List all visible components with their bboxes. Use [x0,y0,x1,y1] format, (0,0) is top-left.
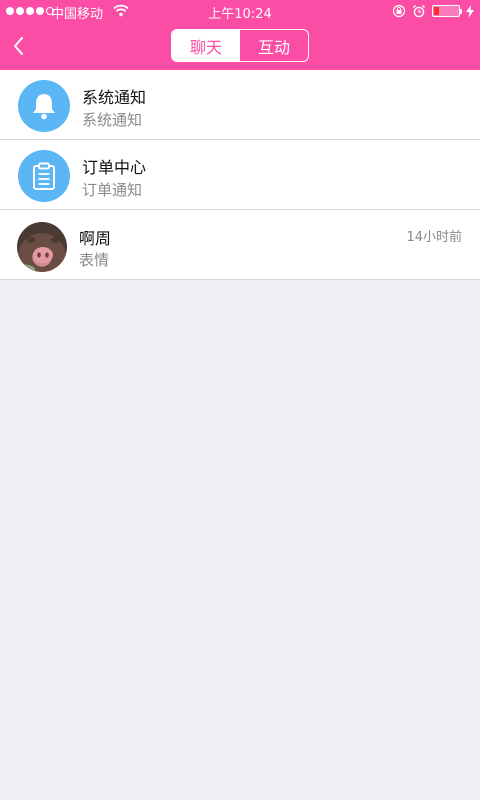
battery-icon [432,5,462,17]
message-list: 系统通知 系统通知 订单中心 订单通知 啊周 表情 14小时前 [0,70,480,280]
user-avatar [17,222,67,272]
clipboard-icon [18,150,70,202]
list-item-chat-azhou[interactable]: 啊周 表情 14小时前 [0,210,480,280]
rotation-lock-icon [392,4,406,18]
list-item-subtitle: 订单通知 [82,181,143,199]
list-item-title: 系统通知 [82,88,147,107]
app-header: 中国移动 上午10:24 聊天 互动 [0,0,480,70]
tab-chat[interactable]: 聊天 [172,30,240,61]
list-item-system-notice[interactable]: 系统通知 系统通知 [0,70,480,140]
bell-icon [18,80,70,132]
list-item-title: 订单中心 [82,158,147,177]
list-item-subtitle: 表情 [79,251,110,269]
list-item-title: 啊周 [79,229,112,248]
back-arrow-icon[interactable] [10,34,30,58]
list-item-subtitle: 系统通知 [82,111,143,129]
charging-icon [466,4,474,18]
alarm-icon [413,5,425,18]
tab-interact[interactable]: 互动 [240,30,308,61]
list-item-order-center[interactable]: 订单中心 订单通知 [0,140,480,210]
status-bar: 中国移动 上午10:24 [0,0,480,24]
message-timestamp: 14小时前 [406,230,462,245]
tab-switcher: 聊天 互动 [171,29,309,62]
